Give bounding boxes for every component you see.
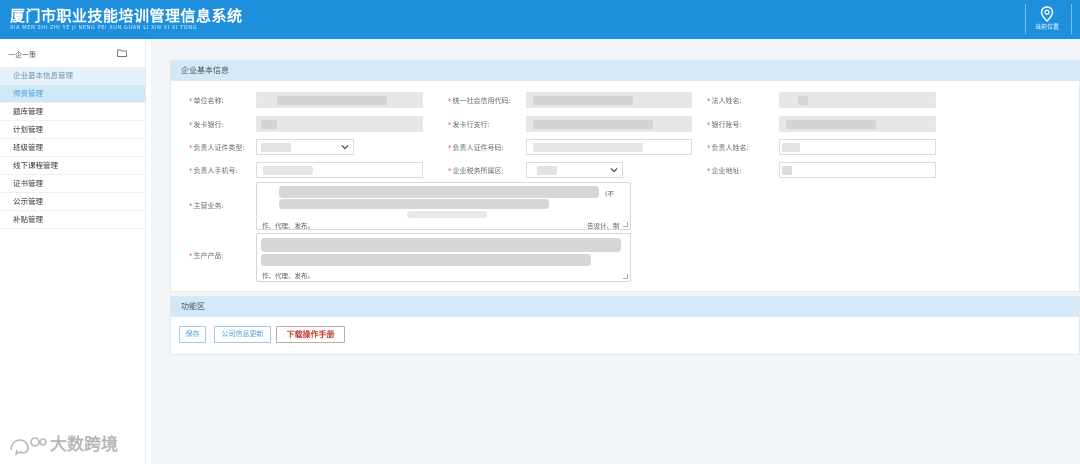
basic-info-title: 企业基本信息 bbox=[171, 61, 1079, 81]
main-business-fragment-1: (不 bbox=[605, 190, 615, 198]
header-divider-right bbox=[1071, 4, 1072, 34]
label-issuing-bank: *发卡银行: bbox=[189, 121, 224, 129]
issuing-branch-field[interactable] bbox=[526, 116, 692, 132]
basic-info-section: 企业基本信息 *单位名称: *统一社会信用代码: *法人姓名: *发卡银行: *… bbox=[170, 60, 1080, 292]
bank-account-field[interactable] bbox=[779, 116, 936, 132]
credit-code-field[interactable] bbox=[526, 92, 692, 108]
sidebar-item-classes[interactable]: 班级管理 bbox=[0, 139, 145, 157]
app-subtitle: XIA MEN SHI ZHI YE JI NENG PEI XUN GUAN … bbox=[10, 25, 198, 31]
label-bank-account: *银行账号: bbox=[707, 121, 742, 129]
sidebar-item-certificates[interactable]: 证书管理 bbox=[0, 175, 145, 193]
resize-handle[interactable] bbox=[623, 274, 628, 279]
legal-name-field[interactable] bbox=[779, 92, 936, 108]
label-products: *生产产品: bbox=[189, 252, 224, 260]
function-section: 功能区 保存 公司信息更新 下载操作手册 bbox=[170, 296, 1080, 355]
sidebar-header-label: 一企一策 bbox=[8, 51, 36, 59]
label-district: *企业税务所属区: bbox=[448, 167, 504, 175]
save-button[interactable]: 保存 bbox=[179, 326, 206, 343]
folder-icon[interactable] bbox=[117, 49, 127, 57]
label-person-name: *负责人姓名: bbox=[707, 144, 749, 152]
id-number-field[interactable] bbox=[526, 139, 692, 155]
label-legal-name: *法人姓名: bbox=[707, 97, 742, 105]
download-manual-button[interactable]: 下载操作手册 bbox=[276, 326, 345, 343]
company-name-field[interactable] bbox=[256, 92, 423, 108]
label-phone: *负责人手机号: bbox=[189, 167, 238, 175]
address-field[interactable] bbox=[779, 162, 936, 178]
sidebar-item-announcements[interactable]: 公示管理 bbox=[0, 193, 145, 211]
main-business-fragment-2: 告设计、制 bbox=[587, 222, 620, 230]
main-business-textarea[interactable]: (不 告设计、制 作、代理、发布。 bbox=[256, 182, 631, 230]
issuing-bank-field[interactable] bbox=[256, 116, 423, 132]
id-type-select[interactable] bbox=[256, 139, 354, 155]
district-select[interactable] bbox=[526, 162, 623, 178]
label-company-name: *单位名称: bbox=[189, 97, 224, 105]
phone-field[interactable] bbox=[256, 162, 423, 178]
update-company-info-button[interactable]: 公司信息更新 bbox=[214, 326, 271, 343]
label-issuing-branch: *发卡行支行: bbox=[448, 121, 490, 129]
app-header: 厦门市职业技能培训管理信息系统 XIA MEN SHI ZHI YE JI NE… bbox=[0, 0, 1080, 39]
watermark: 大数跨境 bbox=[8, 430, 118, 456]
sidebar-item-teachers[interactable]: 师资管理 bbox=[0, 85, 145, 103]
main-business-tail: 作、代理、发布。 bbox=[262, 222, 314, 230]
products-tail: 作、代理、发布。 bbox=[262, 272, 314, 280]
sidebar-item-subsidies[interactable]: 补贴管理 bbox=[0, 211, 145, 229]
label-id-number: *负责人证件号码: bbox=[448, 144, 504, 152]
sidebar-item-offline-courses[interactable]: 线下课程管理 bbox=[0, 157, 145, 175]
sidebar: 一企一策 企业基本信息管理 师资管理 题库管理 计划管理 班级管理 线下课程管理… bbox=[0, 39, 146, 464]
products-textarea[interactable]: 作、代理、发布。 bbox=[256, 233, 631, 282]
watermark-logo-icon bbox=[10, 437, 47, 456]
label-address: *企业地址: bbox=[707, 167, 742, 175]
label-credit-code: *统一社会信用代码: bbox=[448, 97, 511, 105]
sidebar-item-question-bank[interactable]: 题库管理 bbox=[0, 103, 145, 121]
sidebar-header[interactable]: 一企一策 bbox=[0, 39, 145, 67]
current-location-button[interactable]: 当前位置 bbox=[1026, 6, 1068, 36]
sidebar-item-plans[interactable]: 计划管理 bbox=[0, 121, 145, 139]
chevron-down-icon bbox=[341, 145, 349, 150]
main-content: 企业基本信息 *单位名称: *统一社会信用代码: *法人姓名: *发卡银行: *… bbox=[151, 39, 1080, 464]
chevron-down-icon bbox=[610, 168, 618, 173]
label-id-type: *负责人证件类型: bbox=[189, 144, 245, 152]
location-label: 当前位置 bbox=[1034, 24, 1059, 31]
resize-handle[interactable] bbox=[623, 222, 628, 227]
sidebar-item-company-info[interactable]: 企业基本信息管理 bbox=[0, 67, 145, 85]
function-section-title: 功能区 bbox=[171, 297, 1079, 317]
label-main-business: *主营业务: bbox=[189, 202, 224, 210]
watermark-text: 大数跨境 bbox=[50, 435, 118, 455]
location-pin-icon bbox=[1040, 6, 1054, 22]
app-title: 厦门市职业技能培训管理信息系统 bbox=[10, 7, 243, 25]
person-name-field[interactable] bbox=[779, 139, 936, 155]
